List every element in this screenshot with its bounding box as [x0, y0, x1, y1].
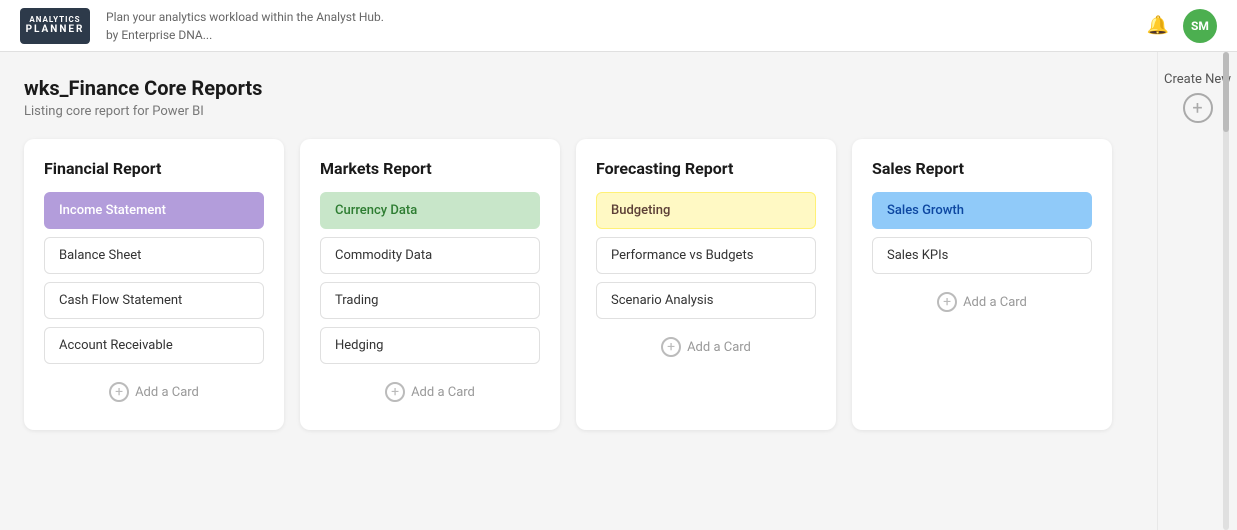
- add-card-button[interactable]: + Add a Card: [320, 374, 540, 410]
- logo-line1: ANALYTICS: [29, 15, 80, 25]
- right-sidebar: Create New +: [1157, 52, 1237, 530]
- content-area: wks_Finance Core Reports Listing core re…: [0, 52, 1157, 530]
- avatar[interactable]: SM: [1183, 9, 1217, 43]
- list-item[interactable]: Currency Data: [320, 192, 540, 229]
- app-header: ANALYTICS PLANNER Plan your analytics wo…: [0, 0, 1237, 52]
- page-title: wks_Finance Core Reports: [24, 76, 1133, 100]
- list-item[interactable]: Balance Sheet: [44, 237, 264, 274]
- add-card-button[interactable]: + Add a Card: [44, 374, 264, 410]
- list-item[interactable]: Sales KPIs: [872, 237, 1092, 274]
- list-item[interactable]: Account Receivable: [44, 327, 264, 364]
- add-card-label: Add a Card: [135, 385, 199, 400]
- list-item[interactable]: Performance vs Budgets: [596, 237, 816, 274]
- markets-report-title: Markets Report: [320, 159, 540, 178]
- subtitle-line2: by Enterprise DNA...: [106, 26, 384, 44]
- markets-report-card: Markets Report Currency Data Commodity D…: [300, 139, 560, 430]
- add-icon: +: [109, 382, 129, 402]
- list-item[interactable]: Commodity Data: [320, 237, 540, 274]
- logo-line2: PLANNER: [26, 24, 85, 36]
- list-item[interactable]: Cash Flow Statement: [44, 282, 264, 319]
- forecasting-report-title: Forecasting Report: [596, 159, 816, 178]
- financial-report-card: Financial Report Income Statement Balanc…: [24, 139, 284, 430]
- create-new-button[interactable]: +: [1183, 93, 1213, 123]
- add-card-button[interactable]: + Add a Card: [596, 329, 816, 365]
- create-new-label: Create New: [1164, 72, 1231, 87]
- list-item[interactable]: Trading: [320, 282, 540, 319]
- notification-icon[interactable]: 🔔: [1147, 15, 1169, 36]
- add-icon: +: [937, 292, 957, 312]
- add-card-label: Add a Card: [411, 385, 475, 400]
- add-icon: +: [661, 337, 681, 357]
- main-layout: wks_Finance Core Reports Listing core re…: [0, 52, 1237, 530]
- list-item[interactable]: Scenario Analysis: [596, 282, 816, 319]
- header-subtitle: Plan your analytics workload within the …: [106, 8, 384, 44]
- list-item[interactable]: Budgeting: [596, 192, 816, 229]
- list-item[interactable]: Income Statement: [44, 192, 264, 229]
- add-card-label: Add a Card: [687, 340, 751, 355]
- sales-report-card: Sales Report Sales Growth Sales KPIs + A…: [852, 139, 1112, 430]
- header-left: ANALYTICS PLANNER Plan your analytics wo…: [20, 8, 384, 44]
- page-subtitle: Listing core report for Power BI: [24, 104, 1133, 119]
- scrollbar-track[interactable]: [1223, 52, 1229, 530]
- list-item[interactable]: Sales Growth: [872, 192, 1092, 229]
- financial-report-title: Financial Report: [44, 159, 264, 178]
- scrollbar-thumb: [1223, 52, 1229, 132]
- forecasting-report-card: Forecasting Report Budgeting Performance…: [576, 139, 836, 430]
- add-icon: +: [385, 382, 405, 402]
- reports-grid: Financial Report Income Statement Balanc…: [24, 139, 1133, 430]
- add-card-label: Add a Card: [963, 295, 1027, 310]
- list-item[interactable]: Hedging: [320, 327, 540, 364]
- sales-report-title: Sales Report: [872, 159, 1092, 178]
- add-card-button[interactable]: + Add a Card: [872, 284, 1092, 320]
- subtitle-line1: Plan your analytics workload within the …: [106, 8, 384, 26]
- header-right: 🔔 SM: [1147, 9, 1217, 43]
- logo: ANALYTICS PLANNER: [20, 8, 90, 44]
